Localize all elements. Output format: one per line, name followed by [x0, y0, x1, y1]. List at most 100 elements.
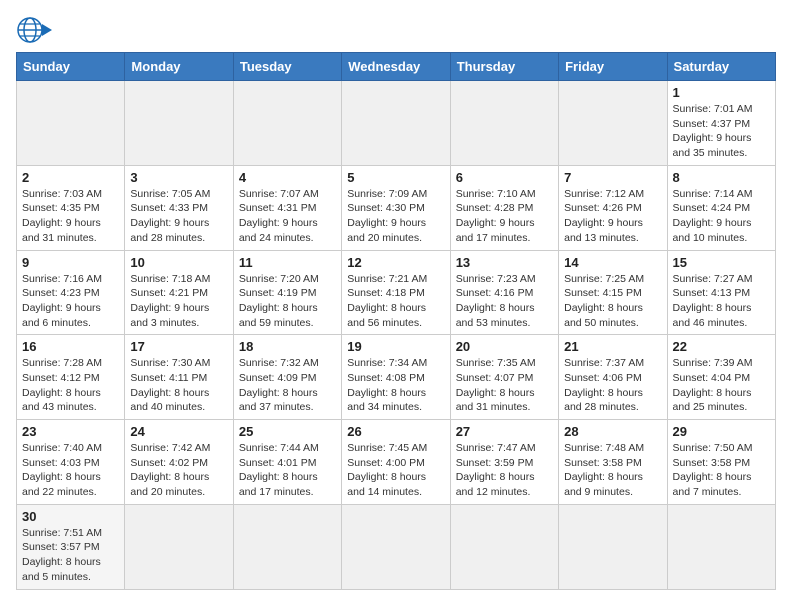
calendar-day-cell: 11 Sunrise: 7:20 AM Sunset: 4:19 PM Dayli… [233, 250, 341, 335]
calendar-day-cell: 8Sunrise: 7:14 AM Sunset: 4:24 PM Daylig… [667, 165, 775, 250]
calendar-week-row: 30 Sunrise: 7:51 AM Sunset: 3:57 PM Dayli… [17, 504, 776, 589]
calendar-week-row: 16 Sunrise: 7:28 AM Sunset: 4:12 PM Dayli… [17, 335, 776, 420]
day-number: 14 [564, 255, 661, 270]
weekday-header-saturday: Saturday [667, 53, 775, 81]
calendar-day-cell: 25Sunrise: 7:44 AM Sunset: 4:01 PM Dayli… [233, 420, 341, 505]
calendar-day-cell: 13Sunrise: 7:23 AM Sunset: 4:16 PM Dayli… [450, 250, 558, 335]
day-info: Sunrise: 7:30 AM Sunset: 4:11 PM Dayligh… [130, 356, 227, 415]
day-info: Sunrise: 7:28 AM Sunset: 4:12 PM Dayligh… [22, 356, 119, 415]
day-info: Sunrise: 7:50 AM Sunset: 3:58 PM Dayligh… [673, 441, 770, 500]
day-number: 26 [347, 424, 444, 439]
day-info: Sunrise: 7:40 AM Sunset: 4:03 PM Dayligh… [22, 441, 119, 500]
day-info: Sunrise: 7:14 AM Sunset: 4:24 PM Dayligh… [673, 187, 770, 246]
day-info: Sunrise: 7:48 AM Sunset: 3:58 PM Dayligh… [564, 441, 661, 500]
calendar-day-cell: 22 Sunrise: 7:39 AM Sunset: 4:04 PM Dayli… [667, 335, 775, 420]
calendar-week-row: 2 Sunrise: 7:03 AM Sunset: 4:35 PM Daylig… [17, 165, 776, 250]
day-number: 10 [130, 255, 227, 270]
calendar-week-row: 23 Sunrise: 7:40 AM Sunset: 4:03 PM Dayli… [17, 420, 776, 505]
calendar-day-cell [125, 81, 233, 166]
calendar-day-cell: 16 Sunrise: 7:28 AM Sunset: 4:12 PM Dayli… [17, 335, 125, 420]
weekday-header-thursday: Thursday [450, 53, 558, 81]
day-info: Sunrise: 7:42 AM Sunset: 4:02 PM Dayligh… [130, 441, 227, 500]
day-info: Sunrise: 7:27 AM Sunset: 4:13 PM Dayligh… [673, 272, 770, 331]
day-info: Sunrise: 7:47 AM Sunset: 3:59 PM Dayligh… [456, 441, 553, 500]
day-info: Sunrise: 7:10 AM Sunset: 4:28 PM Dayligh… [456, 187, 553, 246]
day-number: 4 [239, 170, 336, 185]
day-number: 15 [673, 255, 770, 270]
day-info: Sunrise: 7:03 AM Sunset: 4:35 PM Dayligh… [22, 187, 119, 246]
calendar-day-cell: 12Sunrise: 7:21 AM Sunset: 4:18 PM Dayli… [342, 250, 450, 335]
calendar-header [16, 16, 776, 44]
calendar-day-cell [450, 504, 558, 589]
day-info: Sunrise: 7:23 AM Sunset: 4:16 PM Dayligh… [456, 272, 553, 331]
calendar-day-cell [233, 81, 341, 166]
calendar-day-cell: 2 Sunrise: 7:03 AM Sunset: 4:35 PM Daylig… [17, 165, 125, 250]
calendar-day-cell: 9Sunrise: 7:16 AM Sunset: 4:23 PM Daylig… [17, 250, 125, 335]
day-number: 2 [22, 170, 119, 185]
day-info: Sunrise: 7:51 AM Sunset: 3:57 PM Dayligh… [22, 526, 119, 585]
day-number: 23 [22, 424, 119, 439]
weekday-header-monday: Monday [125, 53, 233, 81]
day-number: 19 [347, 339, 444, 354]
day-info: Sunrise: 7:37 AM Sunset: 4:06 PM Dayligh… [564, 356, 661, 415]
day-number: 21 [564, 339, 661, 354]
calendar-day-cell [342, 81, 450, 166]
calendar-day-cell [559, 81, 667, 166]
day-number: 3 [130, 170, 227, 185]
day-number: 5 [347, 170, 444, 185]
calendar-week-row: 9Sunrise: 7:16 AM Sunset: 4:23 PM Daylig… [17, 250, 776, 335]
day-number: 1 [673, 85, 770, 100]
weekday-header-friday: Friday [559, 53, 667, 81]
day-number: 12 [347, 255, 444, 270]
calendar-day-cell [667, 504, 775, 589]
day-number: 17 [130, 339, 227, 354]
day-info: Sunrise: 7:07 AM Sunset: 4:31 PM Dayligh… [239, 187, 336, 246]
day-info: Sunrise: 7:39 AM Sunset: 4:04 PM Dayligh… [673, 356, 770, 415]
day-info: Sunrise: 7:35 AM Sunset: 4:07 PM Dayligh… [456, 356, 553, 415]
day-info: Sunrise: 7:05 AM Sunset: 4:33 PM Dayligh… [130, 187, 227, 246]
day-info: Sunrise: 7:09 AM Sunset: 4:30 PM Dayligh… [347, 187, 444, 246]
day-info: Sunrise: 7:18 AM Sunset: 4:21 PM Dayligh… [130, 272, 227, 331]
calendar-day-cell: 28 Sunrise: 7:48 AM Sunset: 3:58 PM Dayli… [559, 420, 667, 505]
calendar-week-row: 1 Sunrise: 7:01 AM Sunset: 4:37 PM Daylig… [17, 81, 776, 166]
weekday-header-tuesday: Tuesday [233, 53, 341, 81]
calendar-day-cell: 30 Sunrise: 7:51 AM Sunset: 3:57 PM Dayli… [17, 504, 125, 589]
day-number: 30 [22, 509, 119, 524]
day-number: 28 [564, 424, 661, 439]
calendar-table: SundayMondayTuesdayWednesdayThursdayFrid… [16, 52, 776, 590]
day-info: Sunrise: 7:25 AM Sunset: 4:15 PM Dayligh… [564, 272, 661, 331]
calendar-day-cell: 24 Sunrise: 7:42 AM Sunset: 4:02 PM Dayli… [125, 420, 233, 505]
day-info: Sunrise: 7:16 AM Sunset: 4:23 PM Dayligh… [22, 272, 119, 331]
calendar-day-cell: 1 Sunrise: 7:01 AM Sunset: 4:37 PM Daylig… [667, 81, 775, 166]
calendar-day-cell [342, 504, 450, 589]
logo [16, 16, 56, 44]
calendar-day-cell: 29 Sunrise: 7:50 AM Sunset: 3:58 PM Dayli… [667, 420, 775, 505]
calendar-day-cell [559, 504, 667, 589]
day-number: 22 [673, 339, 770, 354]
day-info: Sunrise: 7:01 AM Sunset: 4:37 PM Dayligh… [673, 102, 770, 161]
day-number: 27 [456, 424, 553, 439]
day-number: 24 [130, 424, 227, 439]
calendar-day-cell: 17 Sunrise: 7:30 AM Sunset: 4:11 PM Dayli… [125, 335, 233, 420]
calendar-day-cell [233, 504, 341, 589]
day-number: 29 [673, 424, 770, 439]
day-number: 18 [239, 339, 336, 354]
day-info: Sunrise: 7:20 AM Sunset: 4:19 PM Dayligh… [239, 272, 336, 331]
calendar-day-cell: 10 Sunrise: 7:18 AM Sunset: 4:21 PM Dayli… [125, 250, 233, 335]
calendar-day-cell: 14 Sunrise: 7:25 AM Sunset: 4:15 PM Dayli… [559, 250, 667, 335]
calendar-day-cell: 27 Sunrise: 7:47 AM Sunset: 3:59 PM Dayli… [450, 420, 558, 505]
calendar-day-cell [17, 81, 125, 166]
day-number: 25 [239, 424, 336, 439]
calendar-day-cell [450, 81, 558, 166]
logo-icon [16, 16, 52, 44]
day-number: 7 [564, 170, 661, 185]
calendar-day-cell [125, 504, 233, 589]
day-info: Sunrise: 7:34 AM Sunset: 4:08 PM Dayligh… [347, 356, 444, 415]
day-info: Sunrise: 7:12 AM Sunset: 4:26 PM Dayligh… [564, 187, 661, 246]
calendar-day-cell: 20Sunrise: 7:35 AM Sunset: 4:07 PM Dayli… [450, 335, 558, 420]
calendar-day-cell: 3 Sunrise: 7:05 AM Sunset: 4:33 PM Daylig… [125, 165, 233, 250]
weekday-header-row: SundayMondayTuesdayWednesdayThursdayFrid… [17, 53, 776, 81]
day-number: 16 [22, 339, 119, 354]
calendar-day-cell: 19 Sunrise: 7:34 AM Sunset: 4:08 PM Dayli… [342, 335, 450, 420]
day-number: 11 [239, 255, 336, 270]
